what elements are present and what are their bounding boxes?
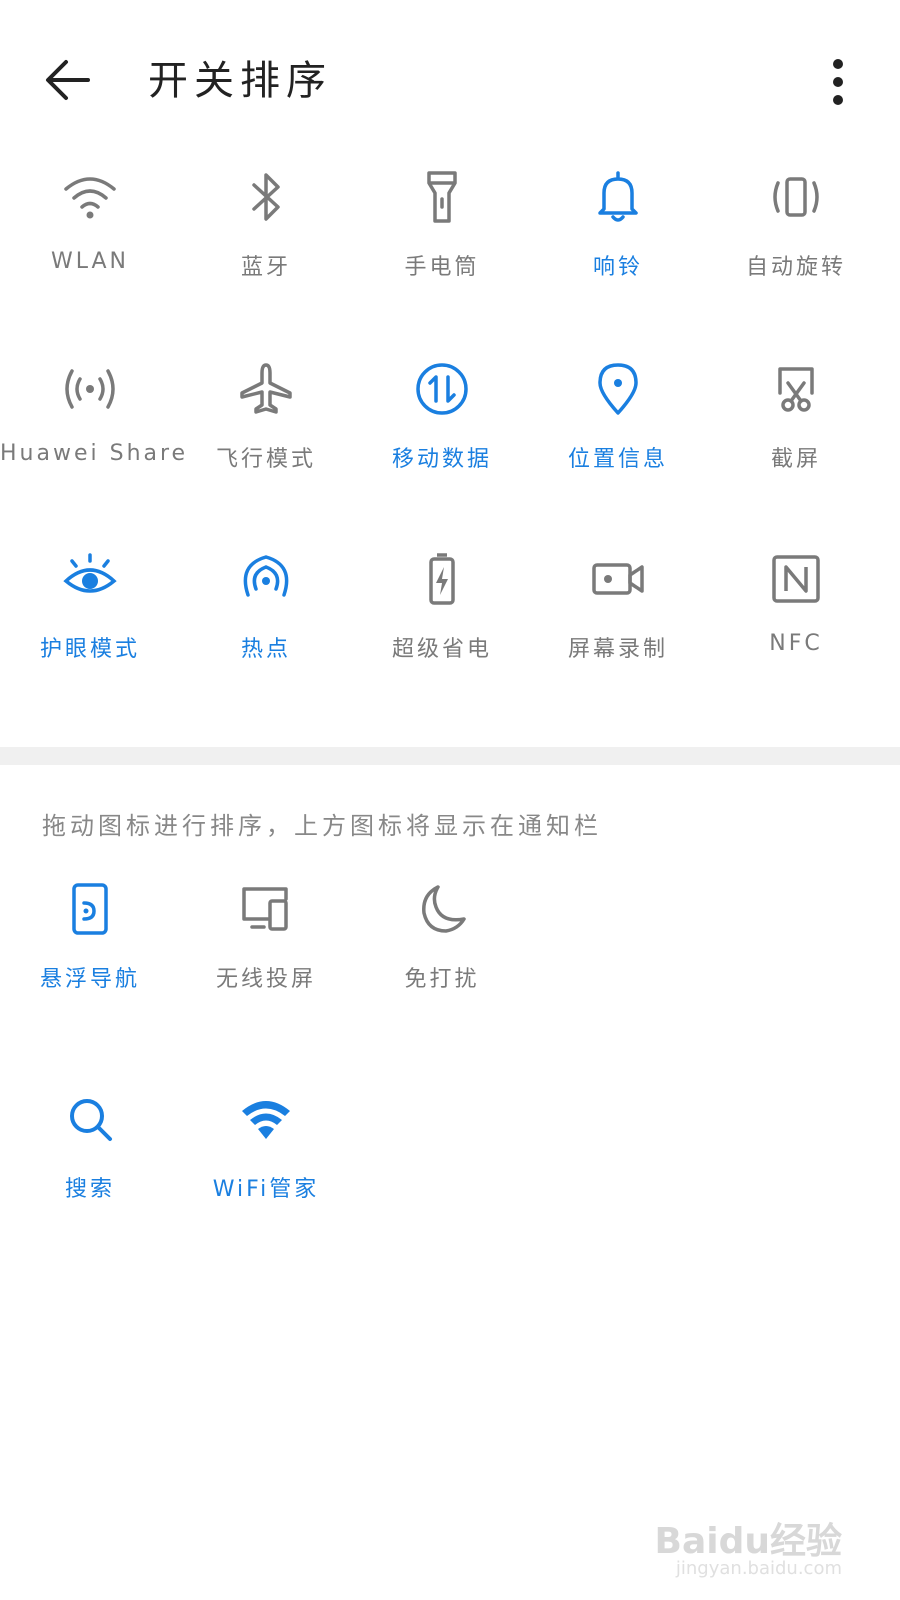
bell-icon xyxy=(586,165,650,229)
tile-label: 悬浮导航 xyxy=(39,967,140,992)
tile-label: 蓝牙 xyxy=(240,255,291,280)
tile-row: 护眼模式 热点 超级省电 屏幕录制 NFC xyxy=(0,547,900,727)
tile-search[interactable]: 搜索 xyxy=(0,1087,180,1267)
tile-auto-rotate[interactable]: 自动旋转 xyxy=(706,165,886,345)
tile-screenshot[interactable]: 截屏 xyxy=(706,357,886,537)
tile-label: 手电筒 xyxy=(404,255,480,280)
tile-do-not-disturb[interactable]: 免打扰 xyxy=(352,877,532,1057)
tile-row: Huawei Share 飞行模式 移动数据 位置信息 截屏 xyxy=(0,357,900,537)
section-divider xyxy=(0,747,900,765)
tile-airplane-mode[interactable]: 飞行模式 xyxy=(176,357,356,537)
moon-icon xyxy=(410,877,474,941)
tile-nfc[interactable]: NFC xyxy=(706,547,886,727)
flashlight-icon xyxy=(410,165,474,229)
hotspot-icon xyxy=(234,547,298,611)
tile-row: 搜索 WiFi管家 xyxy=(0,1087,900,1267)
tile-screen-record[interactable]: 屏幕录制 xyxy=(528,547,708,727)
page-title: 开关排序 xyxy=(148,58,332,104)
tile-bluetooth[interactable]: 蓝牙 xyxy=(176,165,356,345)
tile-label: 飞行模式 xyxy=(215,447,316,472)
tile-label: 位置信息 xyxy=(567,447,668,472)
location-icon xyxy=(586,357,650,421)
tile-label: NFC xyxy=(769,631,823,656)
tile-battery-saver[interactable]: 超级省电 xyxy=(352,547,532,727)
screenshot-icon xyxy=(764,357,828,421)
tile-label: Huawei Share xyxy=(0,441,189,466)
wireless-projection-icon xyxy=(234,877,298,941)
wifi-icon xyxy=(58,165,122,229)
more-options-button[interactable] xyxy=(818,52,858,112)
nfc-icon xyxy=(764,547,828,611)
app-bar: 开关排序 xyxy=(0,0,900,160)
search-icon xyxy=(58,1087,122,1151)
tile-hotspot[interactable]: 热点 xyxy=(176,547,356,727)
tile-location[interactable]: 位置信息 xyxy=(528,357,708,537)
tile-row: 悬浮导航 无线投屏 免打扰 xyxy=(0,877,900,1057)
tile-label: 自动旋转 xyxy=(745,255,846,280)
tile-wlan[interactable]: WLAN xyxy=(0,165,180,345)
tile-label: 截屏 xyxy=(770,447,821,472)
watermark-logo: Baidu经验 xyxy=(654,1521,842,1562)
tile-label: 免打扰 xyxy=(404,967,480,992)
sort-hint-text: 拖动图标进行排序，上方图标将显示在通知栏 xyxy=(42,812,602,840)
tile-label: WiFi管家 xyxy=(212,1177,320,1202)
tile-label: 响铃 xyxy=(592,255,643,280)
tile-label: 屏幕录制 xyxy=(567,637,668,662)
tile-eye-comfort[interactable]: 护眼模式 xyxy=(0,547,180,727)
wifi-manager-icon xyxy=(234,1087,298,1151)
mobile-data-icon xyxy=(410,357,474,421)
more-vertical-icon xyxy=(833,59,843,105)
tile-floating-nav[interactable]: 悬浮导航 xyxy=(0,877,180,1057)
tile-wifi-manager[interactable]: WiFi管家 xyxy=(176,1087,356,1267)
airplane-icon xyxy=(234,357,298,421)
auto-rotate-icon xyxy=(764,165,828,229)
floating-nav-icon xyxy=(58,877,122,941)
tile-mobile-data[interactable]: 移动数据 xyxy=(352,357,532,537)
tile-label: 超级省电 xyxy=(391,637,492,662)
tile-row: WLAN 蓝牙 手电筒 响铃 自动旋转 xyxy=(0,165,900,345)
eye-comfort-icon xyxy=(58,547,122,611)
tile-huawei-share[interactable]: Huawei Share xyxy=(0,357,189,537)
tile-label: 搜索 xyxy=(64,1177,115,1202)
tile-label: 护眼模式 xyxy=(39,637,140,662)
arrow-left-icon xyxy=(46,60,90,100)
huawei-share-icon xyxy=(58,357,122,421)
tile-label: 无线投屏 xyxy=(215,967,316,992)
battery-saver-icon xyxy=(410,547,474,611)
tile-label: WLAN xyxy=(50,249,130,274)
back-button[interactable] xyxy=(38,50,98,110)
tile-wireless-projection[interactable]: 无线投屏 xyxy=(176,877,356,1057)
tile-ringer[interactable]: 响铃 xyxy=(528,165,708,345)
bluetooth-icon xyxy=(234,165,298,229)
screen-record-icon xyxy=(586,547,650,611)
tile-flashlight[interactable]: 手电筒 xyxy=(352,165,532,345)
tile-label: 移动数据 xyxy=(391,447,492,472)
watermark-url: jingyan.baidu.com xyxy=(675,1558,842,1579)
tile-label: 热点 xyxy=(240,637,291,662)
